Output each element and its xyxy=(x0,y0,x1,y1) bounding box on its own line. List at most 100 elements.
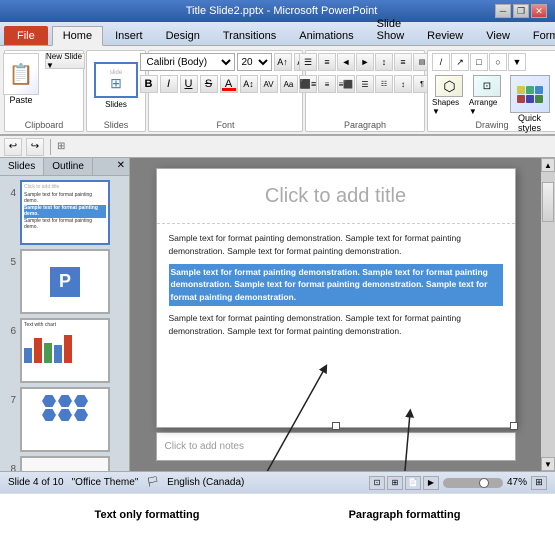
slideshow-button[interactable]: ▶ xyxy=(423,476,439,490)
underline-button[interactable]: U xyxy=(180,75,198,93)
slide-main[interactable]: Click to add title Sample text for forma… xyxy=(156,168,516,428)
zoom-slider[interactable] xyxy=(443,478,503,488)
slide-thumbnail-4[interactable]: 4 Click to add title Sample text for for… xyxy=(4,180,125,245)
shape-line[interactable]: / xyxy=(432,53,450,71)
font-format-row: B I U S A A↕ AV Aa xyxy=(140,75,298,93)
quick-styles-icon xyxy=(510,75,550,113)
undo-button[interactable]: ↩ xyxy=(4,138,22,156)
slide-5-content: P xyxy=(24,253,106,310)
change-case-button[interactable]: Aa xyxy=(280,75,298,93)
hex-6 xyxy=(74,409,88,421)
increase-indent-button[interactable]: ► xyxy=(356,53,374,71)
slide-number-7: 7 xyxy=(4,395,16,406)
drawing-group: / ↗ □ ○ ▼ ⬡ Shapes ▼ ⊡ Arrange ▼ xyxy=(427,50,555,132)
italic-button[interactable]: I xyxy=(160,75,178,93)
slide-thumb-image-5[interactable]: P xyxy=(20,249,110,314)
tab-design[interactable]: Design xyxy=(155,26,211,45)
shape-oval[interactable]: ○ xyxy=(489,53,507,71)
col-button[interactable]: ☷ xyxy=(375,75,393,93)
right-scrollbar[interactable]: ▲ ▼ xyxy=(541,158,555,471)
notes-area[interactable]: Click to add notes xyxy=(156,432,516,461)
new-slide-label: New Slide ▼ xyxy=(46,52,84,70)
outline-tab[interactable]: Outline xyxy=(44,158,93,175)
tab-review[interactable]: Review xyxy=(416,26,474,45)
shape-arrow[interactable]: ↗ xyxy=(451,53,469,71)
align-text-button[interactable]: ≡ xyxy=(394,53,412,71)
tab-transitions[interactable]: Transitions xyxy=(212,26,287,45)
bar-4 xyxy=(54,345,62,363)
new-slide-button[interactable]: New Slide ▼ xyxy=(45,53,85,69)
shapes-icon: ⬡ xyxy=(435,75,463,97)
paste-icon: 📋 xyxy=(3,53,39,95)
slide-canvas: Click to add title Sample text for forma… xyxy=(130,158,541,471)
shape-rect[interactable]: □ xyxy=(470,53,488,71)
align-right-button[interactable]: ≡⬛ xyxy=(337,75,355,93)
tab-file[interactable]: File xyxy=(4,26,48,45)
line-spacing-button[interactable]: ↕ xyxy=(394,75,412,93)
close-button[interactable]: ✕ xyxy=(531,4,547,18)
scroll-down-button[interactable]: ▼ xyxy=(541,457,555,471)
scroll-thumb[interactable] xyxy=(542,182,554,222)
tab-animations[interactable]: Animations xyxy=(288,26,364,45)
slide-thumb-image-6[interactable]: Text with chart xyxy=(20,318,110,383)
slide-thumb-image-7[interactable] xyxy=(20,387,110,452)
text-direction-button[interactable]: ↕ xyxy=(375,53,393,71)
font-color-button[interactable]: A xyxy=(220,75,238,93)
minimize-button[interactable]: ─ xyxy=(495,4,511,18)
bullets-button[interactable]: ☰ xyxy=(299,53,317,71)
font-size-select[interactable]: 20 xyxy=(237,53,272,71)
ribbon: 📋 Paste New Slide ▼ Clipboard slide ⊞ Sl… xyxy=(0,46,555,136)
tab-home[interactable]: Home xyxy=(52,26,103,46)
slide-thumbnail-6[interactable]: 6 Text with chart xyxy=(4,318,125,383)
tab-format[interactable]: Format xyxy=(522,26,555,45)
justify-button[interactable]: ☰ xyxy=(356,75,374,93)
strikethrough-button[interactable]: S xyxy=(200,75,218,93)
slide-thumb-image-4[interactable]: Click to add title Sample text for forma… xyxy=(20,180,110,245)
slide-title-area[interactable]: Click to add title xyxy=(157,169,515,224)
scroll-track[interactable] xyxy=(541,172,555,457)
slides-tab[interactable]: Slides xyxy=(0,158,44,175)
slide-4-content: Click to add title Sample text for forma… xyxy=(24,184,106,231)
tab-slideshow[interactable]: Slide Show xyxy=(366,14,416,45)
title-bar: Title Slide2.pptx - Microsoft PowerPoint… xyxy=(0,0,555,22)
zoom-thumb[interactable] xyxy=(479,478,489,488)
bold-button[interactable]: B xyxy=(140,75,158,93)
slide-number-4: 4 xyxy=(4,188,16,199)
bar-1 xyxy=(24,348,32,363)
scroll-up-button[interactable]: ▲ xyxy=(541,158,555,172)
window-title: Title Slide2.pptx - Microsoft PowerPoint xyxy=(68,5,495,17)
reading-view-button[interactable]: 📄 xyxy=(405,476,421,490)
tab-view[interactable]: View xyxy=(475,26,521,45)
restore-button[interactable]: ❐ xyxy=(513,4,529,18)
redo-button[interactable]: ↪ xyxy=(26,138,44,156)
blue-box-icon: P xyxy=(50,267,80,297)
slide-thumbnail-8[interactable]: 8 xyxy=(4,456,125,471)
slide-thumbnail-7[interactable]: 7 xyxy=(4,387,125,452)
resize-handle-br[interactable] xyxy=(510,422,518,430)
normal-view-button[interactable]: ⊡ xyxy=(369,476,385,490)
new-slide-button-main[interactable]: slide ⊞ Slides xyxy=(94,62,138,109)
numbering-button[interactable]: ≡ xyxy=(318,53,336,71)
tab-insert[interactable]: Insert xyxy=(104,26,154,45)
slide-thumb-image-8[interactable] xyxy=(20,456,110,471)
slides-group: slide ⊞ Slides Slides xyxy=(86,50,146,132)
window-controls[interactable]: ─ ❐ ✕ xyxy=(495,4,547,18)
fit-window-button[interactable]: ⊞ xyxy=(531,476,547,490)
font-family-select[interactable]: Calibri (Body) xyxy=(140,53,235,71)
zoom-level: 47% xyxy=(507,477,527,488)
close-panel-button[interactable]: ✕ xyxy=(113,158,129,175)
increase-font-button[interactable]: A↑ xyxy=(274,53,292,71)
slide-sorter-button[interactable]: ⊞ xyxy=(387,476,403,490)
align-center-button[interactable]: ≡ xyxy=(318,75,336,93)
shape-more[interactable]: ▼ xyxy=(508,53,526,71)
char-spacing-button[interactable]: AV xyxy=(260,75,278,93)
toolbar-separator xyxy=(50,139,51,155)
align-left-button[interactable]: ⬛≡ xyxy=(299,75,317,93)
resize-handle-bm[interactable] xyxy=(332,422,340,430)
decrease-indent-button[interactable]: ◄ xyxy=(337,53,355,71)
paste-button[interactable]: 📋 Paste xyxy=(3,53,39,105)
text-shadow-button[interactable]: A↕ xyxy=(240,75,258,93)
slide-number-6: 6 xyxy=(4,326,16,337)
slide-thumbnails: 4 Click to add title Sample text for for… xyxy=(0,176,129,471)
slide-thumbnail-5[interactable]: 5 P xyxy=(4,249,125,314)
